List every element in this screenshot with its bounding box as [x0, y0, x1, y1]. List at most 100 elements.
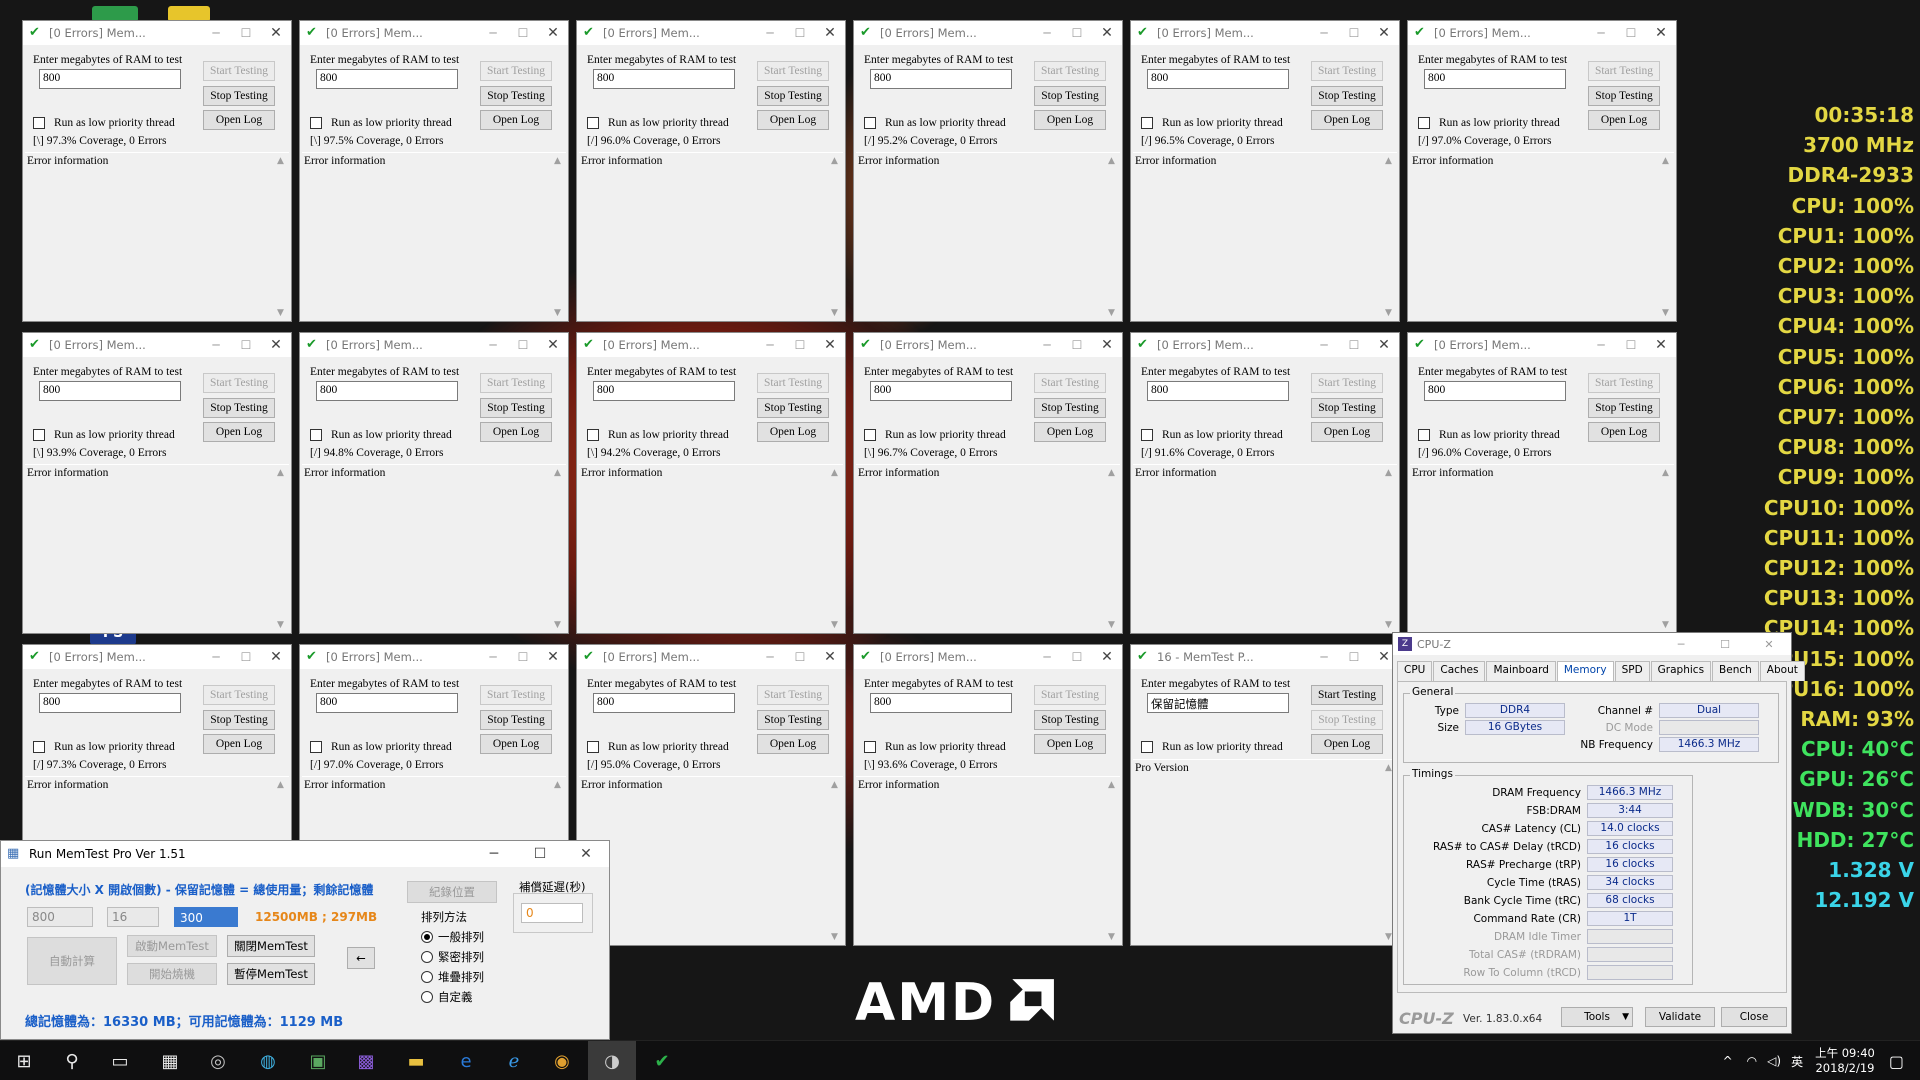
scrollbar[interactable]: ▲ ▼ [1105, 153, 1120, 321]
close-button[interactable]: ✕ [261, 337, 291, 353]
validate-button[interactable]: Validate [1645, 1007, 1715, 1027]
scroll-up-icon[interactable]: ▲ [277, 156, 284, 166]
tab-memory[interactable]: Memory [1556, 661, 1614, 681]
app-icon-5[interactable]: ◑ [588, 1041, 636, 1080]
start-icon[interactable]: ⊞ [0, 1041, 48, 1080]
scrollbar[interactable]: ▲ ▼ [1105, 465, 1120, 633]
stop-testing-button[interactable]: Stop Testing [1034, 86, 1106, 106]
sort-option-stack[interactable]: 堆疊排列 [421, 969, 484, 985]
scroll-up-icon[interactable]: ▲ [1662, 468, 1669, 478]
open-log-button[interactable]: Open Log [1311, 734, 1383, 754]
scrollbar[interactable]: ▲ ▼ [828, 777, 843, 945]
low-priority-checkbox[interactable]: Run as low priority thread [1418, 117, 1560, 129]
ram-input[interactable]: 保留記憶體 [1147, 693, 1289, 713]
checkbox-box[interactable] [1418, 117, 1430, 129]
close-button[interactable]: ✕ [1646, 25, 1676, 41]
start-testing-button[interactable]: Start Testing [1311, 685, 1383, 705]
scroll-down-icon[interactable]: ▼ [277, 308, 284, 318]
minimize-button[interactable]: ─ [201, 338, 231, 352]
title-bar[interactable]: ✔ 16 - MemTest P... ─ ☐ ✕ [1131, 645, 1399, 669]
maximize-button[interactable]: ☐ [231, 26, 261, 40]
low-priority-checkbox[interactable]: Run as low priority thread [33, 741, 175, 753]
maximize-button[interactable]: ☐ [1703, 638, 1747, 651]
maximize-button[interactable]: ☐ [1062, 338, 1092, 352]
start-testing-button[interactable]: Start Testing [203, 685, 275, 705]
stop-testing-button[interactable]: Stop Testing [1311, 86, 1383, 106]
tab-cpu[interactable]: CPU [1397, 661, 1433, 681]
minimize-button[interactable]: ─ [755, 26, 785, 40]
maximize-button[interactable]: ☐ [508, 650, 538, 664]
start-testing-button[interactable]: Start Testing [480, 61, 552, 81]
open-log-button[interactable]: Open Log [1311, 110, 1383, 130]
checkbox-box[interactable] [33, 429, 45, 441]
minimize-button[interactable]: ─ [201, 26, 231, 40]
scrollbar[interactable]: ▲ ▼ [1382, 153, 1397, 321]
minimize-button[interactable]: ─ [1032, 650, 1062, 664]
scroll-down-icon[interactable]: ▼ [1662, 308, 1669, 318]
maximize-button[interactable]: ☐ [231, 650, 261, 664]
title-bar[interactable]: ✔ [0 Errors] Mem... ─ ☐ ✕ [1408, 21, 1676, 45]
scrollbar[interactable]: ▲ ▼ [274, 465, 289, 633]
ram-input[interactable]: 800 [593, 381, 735, 401]
start-testing-button[interactable]: Start Testing [1034, 373, 1106, 393]
minimize-button[interactable]: ─ [1309, 26, 1339, 40]
title-bar[interactable]: ✔ [0 Errors] Mem... ─ ☐ ✕ [577, 21, 845, 45]
volume-icon[interactable]: ◁) [1767, 1054, 1781, 1068]
open-log-button[interactable]: Open Log [203, 422, 275, 442]
ram-input[interactable]: 800 [316, 381, 458, 401]
stop-testing-button[interactable]: Stop Testing [480, 86, 552, 106]
close-button[interactable]: ✕ [538, 25, 568, 41]
scrollbar[interactable]: ▲ ▼ [828, 153, 843, 321]
scroll-down-icon[interactable]: ▼ [831, 620, 838, 630]
scroll-down-icon[interactable]: ▼ [1385, 932, 1392, 942]
tab-about[interactable]: About [1759, 661, 1805, 681]
minimize-button[interactable]: ─ [201, 650, 231, 664]
scroll-down-icon[interactable]: ▼ [831, 932, 838, 942]
scroll-up-icon[interactable]: ▲ [1385, 156, 1392, 166]
scrollbar[interactable]: ▲ ▼ [1659, 153, 1674, 321]
open-log-button[interactable]: Open Log [203, 734, 275, 754]
language-indicator[interactable]: 英 [1791, 1053, 1803, 1070]
size-input[interactable]: 800 [27, 907, 93, 927]
close-button[interactable]: ✕ [1092, 337, 1122, 353]
scrollbar[interactable]: ▲ ▼ [1659, 465, 1674, 633]
close-button[interactable]: ✕ [1646, 337, 1676, 353]
scroll-up-icon[interactable]: ▲ [1662, 156, 1669, 166]
close-button[interactable]: ✕ [1092, 649, 1122, 665]
memtest-window[interactable]: ✔ [0 Errors] Mem... ─ ☐ ✕ Enter megabyte… [22, 332, 292, 634]
scroll-down-icon[interactable]: ▼ [1385, 308, 1392, 318]
start-testing-button[interactable]: Start Testing [1034, 685, 1106, 705]
close-memtest-button[interactable]: 關閉MemTest [227, 935, 315, 957]
scroll-up-icon[interactable]: ▲ [277, 468, 284, 478]
ram-input[interactable]: 800 [1147, 69, 1289, 89]
scroll-up-icon[interactable]: ▲ [277, 780, 284, 790]
notification-icon[interactable]: ▢ [1889, 1052, 1904, 1071]
stop-testing-button[interactable]: Stop Testing [1588, 86, 1660, 106]
memtest-window[interactable]: ✔ [0 Errors] Mem... ─ ☐ ✕ Enter megabyte… [576, 644, 846, 946]
close-button[interactable]: ✕ [815, 337, 845, 353]
low-priority-checkbox[interactable]: Run as low priority thread [864, 741, 1006, 753]
ram-input[interactable]: 800 [870, 381, 1012, 401]
scroll-up-icon[interactable]: ▲ [1385, 468, 1392, 478]
arrow-button[interactable]: ← [347, 947, 375, 969]
memtest-window[interactable]: ✔ [0 Errors] Mem... ─ ☐ ✕ Enter megabyte… [853, 332, 1123, 634]
close-button[interactable]: ✕ [563, 846, 609, 862]
stop-testing-button[interactable]: Stop Testing [1034, 398, 1106, 418]
checkbox-box[interactable] [1141, 741, 1153, 753]
checkbox-box[interactable] [1141, 117, 1153, 129]
minimize-button[interactable]: ─ [755, 338, 785, 352]
checkbox-box[interactable] [1418, 429, 1430, 441]
checkbox-box[interactable] [587, 429, 599, 441]
memtest-window[interactable]: ✔ [0 Errors] Mem... ─ ☐ ✕ Enter megabyte… [299, 332, 569, 634]
task-view-icon[interactable]: ▭ [96, 1041, 144, 1080]
start-testing-button[interactable]: Start Testing [1588, 61, 1660, 81]
low-priority-checkbox[interactable]: Run as low priority thread [310, 429, 452, 441]
title-bar[interactable]: ✔ [0 Errors] Mem... ─ ☐ ✕ [1408, 333, 1676, 357]
low-priority-checkbox[interactable]: Run as low priority thread [587, 429, 729, 441]
scroll-up-icon[interactable]: ▲ [1108, 780, 1115, 790]
title-bar[interactable]: Z CPU-Z ─ ☐ ✕ [1393, 633, 1791, 655]
memtest-window[interactable]: ✔ [0 Errors] Mem... ─ ☐ ✕ Enter megabyte… [1407, 332, 1677, 634]
open-log-button[interactable]: Open Log [1034, 422, 1106, 442]
ram-input[interactable]: 800 [870, 693, 1012, 713]
file-explorer-icon[interactable]: ▬ [392, 1041, 440, 1080]
